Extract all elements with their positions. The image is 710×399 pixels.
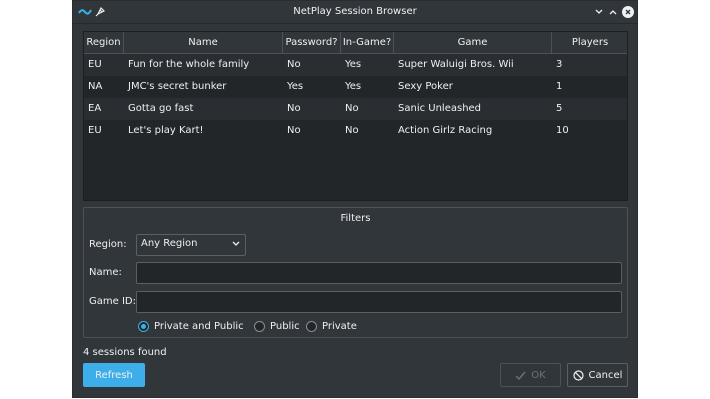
cell-in-game: No bbox=[345, 103, 359, 114]
region-select-value: Any Region bbox=[141, 238, 198, 249]
column-header-region[interactable]: Region bbox=[84, 32, 124, 54]
cell-password: Yes bbox=[287, 81, 304, 92]
cell-password: No bbox=[287, 103, 301, 114]
cell-password: No bbox=[287, 125, 301, 136]
window-title: NetPlay Session Browser bbox=[293, 6, 417, 17]
refresh-button-label: Refresh bbox=[95, 369, 133, 381]
ok-button[interactable]: OK bbox=[500, 363, 561, 387]
region-select[interactable]: Any Region bbox=[136, 234, 246, 256]
close-button[interactable] bbox=[621, 5, 635, 19]
radio-private-and-public[interactable]: Private and Public bbox=[138, 321, 244, 332]
column-header-password[interactable]: Password? bbox=[283, 32, 341, 54]
table-row[interactable]: EU Let's play Kart! No No Action Girlz R… bbox=[84, 120, 627, 142]
radio-indicator bbox=[254, 321, 265, 332]
cell-name: Gotta go fast bbox=[128, 103, 194, 114]
radio-label: Private bbox=[322, 321, 357, 332]
cell-region: EA bbox=[88, 103, 102, 114]
cell-name: Fun for the whole family bbox=[128, 59, 250, 70]
filters-groupbox: Filters Region: Any Region Name: Game ID… bbox=[83, 207, 628, 338]
filters-title: Filters bbox=[340, 213, 371, 224]
cancel-button[interactable]: Cancel bbox=[567, 363, 628, 387]
chevron-down-icon bbox=[595, 9, 603, 14]
name-input[interactable] bbox=[136, 262, 622, 284]
checkmark-icon bbox=[515, 371, 526, 380]
cell-game: Action Girlz Racing bbox=[398, 125, 493, 136]
radio-public[interactable]: Public bbox=[254, 321, 300, 332]
game-id-label: Game ID: bbox=[89, 296, 136, 307]
cancel-icon bbox=[572, 369, 584, 381]
cell-region: NA bbox=[88, 81, 103, 92]
close-icon bbox=[622, 6, 634, 18]
cell-name: JMC's secret bunker bbox=[128, 81, 227, 92]
chevron-down-icon bbox=[232, 241, 240, 246]
maximize-button[interactable] bbox=[606, 5, 620, 19]
column-header-name[interactable]: Name bbox=[124, 32, 283, 54]
cell-game: Super Waluigi Bros. Wii bbox=[398, 59, 514, 70]
cell-name: Let's play Kart! bbox=[128, 125, 204, 136]
radio-indicator bbox=[138, 321, 149, 332]
radio-indicator bbox=[306, 321, 317, 332]
cell-players: 1 bbox=[556, 81, 563, 92]
sessions-table[interactable]: Region Name Password? In-Game? Game Play… bbox=[83, 31, 628, 201]
cell-game: Sexy Poker bbox=[398, 81, 453, 92]
table-row[interactable]: EA Gotta go fast No No Sanic Unleashed 5 bbox=[84, 98, 627, 120]
status-label: 4 sessions found bbox=[83, 347, 167, 358]
netplay-session-browser-window: NetPlay Session Browser Region Name Pass… bbox=[72, 0, 638, 398]
radio-private[interactable]: Private bbox=[306, 321, 357, 332]
cell-in-game: Yes bbox=[345, 81, 362, 92]
cell-region: EU bbox=[88, 125, 102, 136]
minimize-button[interactable] bbox=[592, 5, 606, 19]
cell-game: Sanic Unleashed bbox=[398, 103, 482, 114]
titlebar: NetPlay Session Browser bbox=[73, 1, 637, 24]
region-label: Region: bbox=[89, 239, 127, 250]
cell-players: 3 bbox=[556, 59, 563, 70]
name-label: Name: bbox=[89, 267, 122, 278]
cell-password: No bbox=[287, 59, 301, 70]
column-header-players[interactable]: Players bbox=[552, 32, 628, 54]
table-row[interactable]: EU Fun for the whole family No Yes Super… bbox=[84, 54, 627, 76]
cell-players: 10 bbox=[556, 125, 569, 136]
column-header-in-game[interactable]: In-Game? bbox=[341, 32, 394, 54]
chevron-up-icon bbox=[609, 10, 617, 15]
ok-button-label: OK bbox=[531, 369, 546, 381]
radio-label: Private and Public bbox=[154, 321, 244, 332]
cell-in-game: Yes bbox=[345, 59, 362, 70]
column-header-game[interactable]: Game bbox=[394, 32, 552, 54]
cell-region: EU bbox=[88, 59, 102, 70]
cancel-button-label: Cancel bbox=[588, 369, 623, 381]
radio-label: Public bbox=[270, 321, 300, 332]
game-id-input[interactable] bbox=[136, 291, 622, 313]
table-row[interactable]: NA JMC's secret bunker Yes Yes Sexy Poke… bbox=[84, 76, 627, 98]
table-header: Region Name Password? In-Game? Game Play… bbox=[84, 32, 627, 54]
refresh-button[interactable]: Refresh bbox=[83, 363, 145, 387]
cell-in-game: No bbox=[345, 125, 359, 136]
cell-players: 5 bbox=[556, 103, 563, 114]
